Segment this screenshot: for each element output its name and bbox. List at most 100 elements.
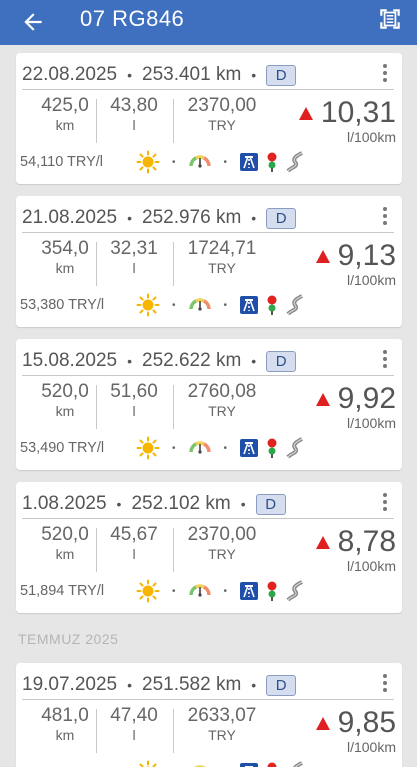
liters-unit: l [132, 260, 136, 276]
document-scan-icon[interactable] [377, 6, 403, 32]
cost-unit: TRY [208, 403, 236, 419]
cost-metric: 1724,71 TRY [180, 238, 264, 276]
cost-value: 2370,00 [187, 95, 257, 116]
separator-dot: • [251, 677, 257, 693]
highway-icon [240, 439, 259, 457]
trend-up-icon [315, 392, 330, 406]
separator-dot: • [172, 585, 176, 597]
consumption-value: 10,31 [320, 96, 396, 129]
cost-value: 2760,08 [187, 381, 257, 402]
separator-dot: • [223, 156, 228, 168]
liters-value: 43,80 [110, 95, 158, 116]
distance-unit: km [55, 727, 75, 743]
odometer-reading: 252.976 km [142, 207, 242, 228]
fuel-type-badge: D [266, 350, 297, 372]
highway-icon [240, 153, 259, 171]
liters-metric: 45,67 l [102, 524, 166, 562]
divider [22, 89, 394, 90]
fuel-entry-card-2[interactable]: 21.08.2025 • 252.976 km • D 354,0 km 32,… [16, 196, 402, 327]
odometer-reading: 252.102 km [131, 493, 231, 514]
divider [96, 528, 97, 572]
fuel-entry-card-1[interactable]: 22.08.2025 • 253.401 km • D 425,0 km 43,… [16, 53, 402, 184]
price-per-liter: 53,380 TRY/l [20, 297, 105, 313]
more-options-icon[interactable] [379, 673, 391, 695]
entry-date: 19.07.2025 [22, 674, 118, 695]
details-row: • • [20, 759, 308, 767]
more-options-icon[interactable] [379, 349, 391, 371]
separator-dot: • [223, 442, 228, 454]
consumption-unit: l/100km [346, 272, 396, 288]
entry-date: 1.08.2025 [22, 493, 107, 514]
fuel-entry-card-5[interactable]: 19.07.2025 • 251.582 km • D 481,0 km 47,… [16, 663, 402, 767]
more-options-icon[interactable] [379, 63, 391, 85]
liters-unit: l [132, 117, 136, 133]
consumption-value: 9,92 [337, 382, 396, 415]
traffic-light-icon [267, 438, 277, 458]
consumption-unit: l/100km [346, 739, 396, 755]
price-per-liter: 53,490 TRY/l [20, 440, 105, 456]
divider [96, 709, 97, 753]
entry-date: 22.08.2025 [22, 64, 118, 85]
gauge-icon [193, 765, 206, 767]
arrow-back-icon[interactable] [20, 9, 46, 35]
consumption: 9,85 l/100km [315, 707, 396, 755]
cost-unit: TRY [208, 546, 236, 562]
app-bar: 07 RG846 [0, 0, 417, 45]
distance-unit: km [55, 403, 75, 419]
divider [22, 232, 394, 233]
price-per-liter: 54,110 TRY/l [20, 154, 104, 170]
divider [22, 375, 394, 376]
entry-date: 15.08.2025 [22, 350, 118, 371]
divider [96, 242, 97, 286]
traffic-light-icon [267, 762, 277, 767]
liters-metric: 51,60 l [102, 381, 166, 419]
separator-dot: • [240, 496, 246, 512]
odometer-reading: 253.401 km [142, 64, 242, 85]
entry-date: 21.08.2025 [22, 207, 118, 228]
winding-road-icon [286, 151, 303, 173]
winding-road-icon [293, 761, 303, 767]
fuel-entry-card-3[interactable]: 15.08.2025 • 252.622 km • D 520,0 km 51,… [16, 339, 402, 470]
separator-dot: • [116, 496, 122, 512]
consumption: 9,13 l/100km [315, 240, 396, 288]
separator-dot: • [127, 210, 132, 226]
section-header-month: TEMMUZ 2025 [18, 631, 119, 647]
consumption: 10,31 l/100km [298, 96, 396, 145]
cost-value: 1724,71 [187, 238, 257, 259]
fuel-entry-card-4[interactable]: 1.08.2025 • 252.102 km • D 520,0 km 45,6… [16, 482, 402, 613]
cost-unit: TRY [208, 727, 236, 743]
fuel-type-badge: D [266, 207, 297, 229]
sun-icon [136, 293, 160, 317]
gauge-icon [188, 441, 211, 454]
divider [96, 99, 97, 143]
more-options-icon[interactable] [379, 206, 391, 228]
cost-value: 2633,07 [187, 705, 257, 726]
liters-metric: 47,40 l [102, 705, 166, 743]
divider [173, 242, 174, 286]
separator-dot: • [172, 156, 176, 168]
separator-dot: • [251, 353, 257, 369]
distance-value: 520,0 [41, 381, 89, 402]
sun-icon [136, 579, 160, 603]
consumption-unit: l/100km [346, 129, 396, 145]
distance-value: 520,0 [41, 524, 89, 545]
traffic-light-icon [267, 581, 277, 601]
consumption-value: 8,78 [337, 525, 396, 558]
highway-icon [240, 582, 259, 600]
liters-value: 45,67 [110, 524, 158, 545]
distance-unit: km [55, 117, 75, 133]
details-row: 53,380 TRY/l • • [20, 292, 308, 318]
divider [173, 709, 174, 753]
distance-value: 354,0 [41, 238, 89, 259]
consumption-unit: l/100km [346, 415, 396, 431]
more-options-icon[interactable] [379, 492, 391, 514]
fuel-type-badge: D [266, 674, 297, 696]
trend-up-icon [315, 249, 330, 263]
trend-up-icon [298, 106, 313, 120]
cost-metric: 2370,00 TRY [180, 95, 264, 133]
gauge-icon [188, 298, 211, 311]
highway-icon [240, 296, 259, 314]
details-row: 51,894 TRY/l • • [20, 578, 308, 604]
distance-metric: 520,0 km [30, 524, 100, 562]
divider [173, 528, 174, 572]
